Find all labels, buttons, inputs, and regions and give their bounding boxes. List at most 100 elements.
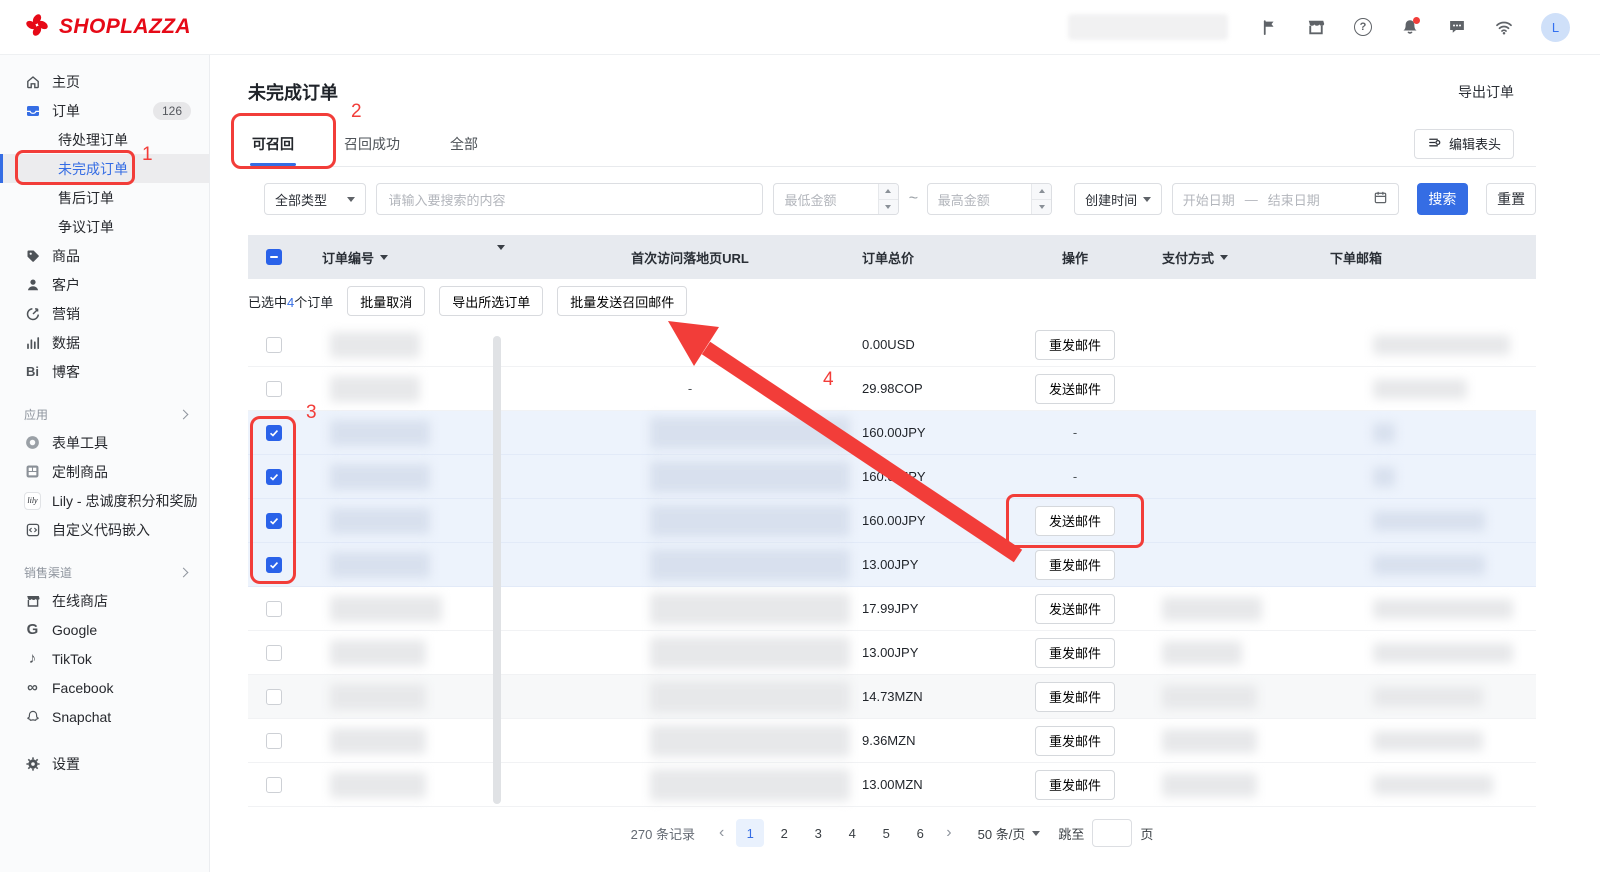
sidebar-item-marketing[interactable]: 营销 — [0, 299, 209, 328]
prev-page-icon[interactable]: ‹ — [713, 824, 730, 842]
sidebar-item-pending-orders[interactable]: 待处理订单 — [0, 125, 209, 154]
sidebar-section-sales-channels[interactable]: 销售渠道 — [0, 558, 209, 586]
tab-recallable[interactable]: 可召回 — [248, 121, 298, 166]
redacted-order-number — [330, 332, 420, 358]
lily-app-icon: lily — [24, 492, 41, 509]
row-checkbox[interactable] — [266, 425, 282, 441]
payment-cell — [1140, 729, 1300, 753]
email-cell — [1300, 467, 1536, 487]
sidebar-item-home[interactable]: 主页 — [0, 67, 209, 96]
row-checkbox[interactable] — [266, 777, 282, 793]
sidebar-section-apps[interactable]: 应用 — [0, 400, 209, 428]
send-email-button[interactable]: 发送邮件 — [1035, 506, 1115, 536]
bulk-send-recall-email-button[interactable]: 批量发送召回邮件 — [557, 286, 687, 316]
date-type-select[interactable]: 创建时间 — [1074, 183, 1162, 215]
column-order-number[interactable]: 订单编号 — [306, 248, 470, 267]
sidebar-item-facebook[interactable]: ∞ Facebook — [0, 673, 209, 702]
resend-email-button[interactable]: 重发邮件 — [1035, 330, 1115, 360]
resend-email-button[interactable]: 重发邮件 — [1035, 638, 1115, 668]
page-number-4[interactable]: 4 — [838, 819, 866, 847]
tab-recall-success[interactable]: 召回成功 — [340, 121, 404, 166]
sidebar-item-products[interactable]: 商品 — [0, 241, 209, 270]
row-checkbox[interactable] — [266, 689, 282, 705]
redacted-order-number — [330, 684, 426, 710]
send-email-button[interactable]: 发送邮件 — [1035, 594, 1115, 624]
gear-icon — [24, 755, 41, 772]
sidebar-item-google[interactable]: G Google — [0, 615, 209, 644]
bell-icon[interactable] — [1400, 17, 1420, 37]
sidebar-item-custom-product[interactable]: 定制商品 — [0, 457, 209, 486]
resend-email-button[interactable]: 重发邮件 — [1035, 682, 1115, 712]
page-number-5[interactable]: 5 — [872, 819, 900, 847]
row-checkbox[interactable] — [266, 513, 282, 529]
url-cell — [530, 461, 850, 493]
row-checkbox[interactable] — [266, 645, 282, 661]
store-icon[interactable] — [1306, 17, 1326, 37]
action-cell: 重发邮件 — [1010, 726, 1140, 756]
min-amount-input[interactable]: 最低金额 — [773, 183, 898, 215]
column-hidden[interactable] — [470, 250, 530, 265]
help-icon[interactable]: ? — [1353, 17, 1373, 37]
sidebar-item-orders[interactable]: 订单 126 — [0, 96, 209, 125]
sidebar-item-blog[interactable]: Bi 博客 — [0, 357, 209, 386]
search-button[interactable]: 搜索 — [1417, 183, 1469, 215]
row-checkbox[interactable] — [266, 733, 282, 749]
export-orders-link[interactable]: 导出订单 — [1458, 82, 1514, 102]
pagination: 270 条记录 ‹ 123456 › 50 条/页 跳至 页 — [248, 819, 1536, 847]
export-selected-button[interactable]: 导出所选订单 — [439, 286, 543, 316]
redacted-order-number — [330, 464, 430, 490]
redacted-url — [650, 769, 850, 801]
tabs: 可召回 召回成功 全部 编辑表头 — [248, 121, 1536, 167]
sidebar-item-incomplete-orders[interactable]: 未完成订单 — [0, 154, 209, 183]
table-scrollbar[interactable] — [493, 336, 501, 804]
sidebar-item-dispute-orders[interactable]: 争议订单 — [0, 212, 209, 241]
row-checkbox[interactable] — [266, 337, 282, 353]
page-number-1[interactable]: 1 — [736, 819, 764, 847]
sidebar-item-snapchat[interactable]: Snapchat — [0, 702, 209, 731]
redacted-email — [1373, 687, 1483, 707]
page-number-6[interactable]: 6 — [906, 819, 934, 847]
order-type-select[interactable]: 全部类型 — [264, 183, 366, 215]
jump-page-input[interactable] — [1092, 819, 1132, 847]
page-size-select[interactable]: 50 条/页 — [978, 824, 1041, 843]
sidebar-item-code-embed[interactable]: 自定义代码嵌入 — [0, 515, 209, 544]
column-action: 操作 — [1010, 248, 1140, 267]
shoplazza-logo[interactable]: SHOPLAZZA — [24, 12, 191, 43]
max-amount-input[interactable]: 最高金额 — [927, 183, 1052, 215]
send-email-button[interactable]: 发送邮件 — [1035, 374, 1115, 404]
number-stepper[interactable] — [878, 184, 898, 214]
column-payment-method[interactable]: 支付方式 — [1140, 248, 1300, 267]
number-stepper[interactable] — [1031, 184, 1051, 214]
sidebar-item-form-tool[interactable]: 表单工具 — [0, 428, 209, 457]
flag-icon[interactable] — [1259, 17, 1279, 37]
wifi-icon[interactable] — [1494, 17, 1514, 37]
facebook-meta-icon: ∞ — [24, 679, 41, 696]
resend-email-button[interactable]: 重发邮件 — [1035, 770, 1115, 800]
next-page-icon[interactable]: › — [940, 824, 957, 842]
date-range-input[interactable]: 开始日期 — 结束日期 — [1172, 183, 1399, 215]
sidebar-item-online-store[interactable]: 在线商店 — [0, 586, 209, 615]
search-input[interactable]: 请输入要搜索的内容 — [376, 183, 764, 215]
row-checkbox[interactable] — [266, 469, 282, 485]
resend-email-button[interactable]: 重发邮件 — [1035, 550, 1115, 580]
row-checkbox[interactable] — [266, 601, 282, 617]
sidebar-item-aftersale-orders[interactable]: 售后订单 — [0, 183, 209, 212]
sidebar-item-tiktok[interactable]: ♪ TikTok — [0, 644, 209, 673]
sidebar-item-analytics[interactable]: 数据 — [0, 328, 209, 357]
page-number-2[interactable]: 2 — [770, 819, 798, 847]
sidebar-item-settings[interactable]: 设置 — [0, 749, 209, 778]
tab-all[interactable]: 全部 — [446, 121, 482, 166]
sidebar-item-customers[interactable]: 客户 — [0, 270, 209, 299]
row-checkbox[interactable] — [266, 557, 282, 573]
reset-button[interactable]: 重置 — [1486, 183, 1536, 215]
chat-icon[interactable] — [1447, 17, 1467, 37]
select-all-checkbox[interactable] — [266, 249, 282, 265]
bulk-cancel-button[interactable]: 批量取消 — [347, 286, 425, 316]
page-number-3[interactable]: 3 — [804, 819, 832, 847]
edit-table-header-button[interactable]: 编辑表头 — [1414, 129, 1514, 159]
user-avatar[interactable]: L — [1541, 13, 1570, 42]
resend-email-button[interactable]: 重发邮件 — [1035, 726, 1115, 756]
order-total: 9.36MZN — [850, 733, 1010, 748]
sidebar-item-lily-app[interactable]: lily Lily - 忠诚度积分和奖励 — [0, 486, 209, 515]
row-checkbox[interactable] — [266, 381, 282, 397]
